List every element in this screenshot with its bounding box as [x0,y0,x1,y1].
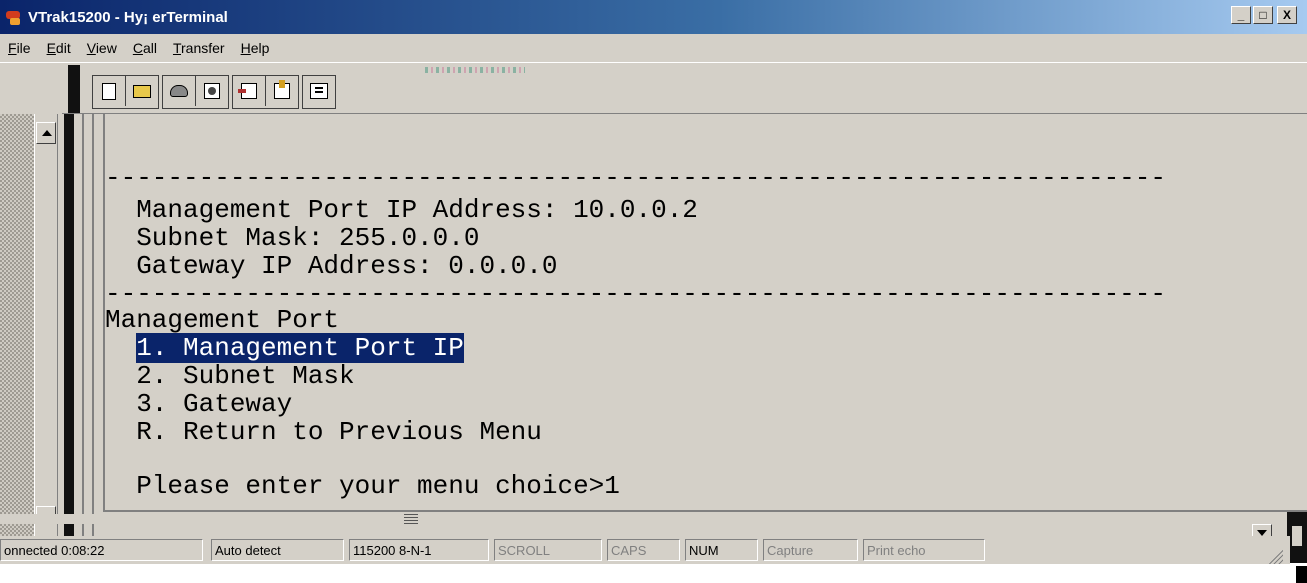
menu-call[interactable]: Call [125,40,165,56]
terminal-line: Subnet Mask: 255.0.0.0 [105,223,480,253]
disconnect-icon [204,83,220,99]
menu-bar: File Edit View Call Transfer Help [0,34,1307,62]
frame-line [92,114,94,563]
corner-block [1296,566,1307,583]
status-print-echo: Print echo [863,539,985,561]
receive-button[interactable] [266,76,298,106]
open-icon [133,84,151,98]
disconnect-button[interactable] [196,76,228,106]
properties-button[interactable] [303,76,335,106]
terminal-bottom-rail [0,514,1307,524]
status-scroll: SCROLL [494,539,602,561]
menu-file[interactable]: File [0,40,39,56]
window-title: VTrak15200 - Hу¡ erTerminal [28,8,228,26]
minimize-button[interactable]: _ [1231,6,1251,24]
menu-option: 2. Subnet Mask [105,361,355,391]
new-connection-button[interactable] [93,76,126,106]
status-port-settings: 115200 8-N-1 [349,539,489,561]
toolbar-separator [68,65,80,113]
below-window-area [0,564,1307,583]
menu-edit[interactable]: Edit [39,40,79,56]
splitter-grip-icon[interactable] [404,514,418,524]
open-button[interactable] [126,76,158,106]
prompt-line: Please enter your menu choice>1 [105,471,620,501]
terminal-line: Management Port IP Address: 10.0.0.2 [105,195,698,225]
connect-button[interactable] [163,76,196,106]
maximize-button[interactable]: □ [1253,6,1273,24]
title-bar: VTrak15200 - Hу¡ erTerminal _ □ X [0,0,1307,34]
separator-line: ----------------------------------------… [105,163,1166,193]
toolbar-left-pane [0,63,62,115]
toolbar [0,62,1307,115]
scroll-up-arrow-icon[interactable] [36,122,56,144]
frame-divider [64,114,74,563]
terminal-screen[interactable]: ----------------------------------------… [103,114,1307,512]
toolbar-group-properties [302,75,336,109]
hyperterminal-app-icon[interactable] [4,7,24,27]
vertical-scrollbar[interactable] [34,114,58,563]
menu-option: R. Return to Previous Menu [105,417,542,447]
toolbar-artifact [425,67,525,73]
menu-option: 3. Gateway [105,389,293,419]
workspace: ----------------------------------------… [0,114,1307,563]
selection-highlight: 1. Management Port IP [136,333,464,363]
menu-transfer[interactable]: Transfer [165,40,233,56]
status-capture: Capture [763,539,858,561]
window-controls: _ □ X [1231,6,1297,24]
terminal-line: Gateway IP Address: 0.0.0.0 [105,251,558,281]
toolbar-group-call [162,75,229,109]
menu-option-selected: 1. Management Port IP [105,333,464,363]
desktop-background [0,114,34,563]
send-icon [238,83,257,99]
resize-grip-icon[interactable] [1267,548,1283,564]
close-button[interactable]: X [1277,6,1297,24]
frame-line [82,114,84,563]
toolbar-group-file [92,75,159,109]
menu-view[interactable]: View [79,40,125,56]
receive-icon [274,80,290,99]
separator-line: ----------------------------------------… [105,279,1166,309]
toolbar-group-transfer [232,75,299,109]
connect-icon [170,85,188,97]
status-bar: onnected 0:08:22 Auto detect 115200 8-N-… [0,536,1290,564]
properties-icon [310,83,328,99]
status-caps: CAPS [607,539,680,561]
right-edge-bar [1287,512,1307,563]
menu-help[interactable]: Help [233,40,278,56]
status-emulation: Auto detect [211,539,344,561]
send-button[interactable] [233,76,266,106]
status-connection: onnected 0:08:22 [0,539,203,561]
menu-heading: Management Port [105,305,340,335]
status-num: NUM [685,539,758,561]
new-icon [102,82,116,100]
